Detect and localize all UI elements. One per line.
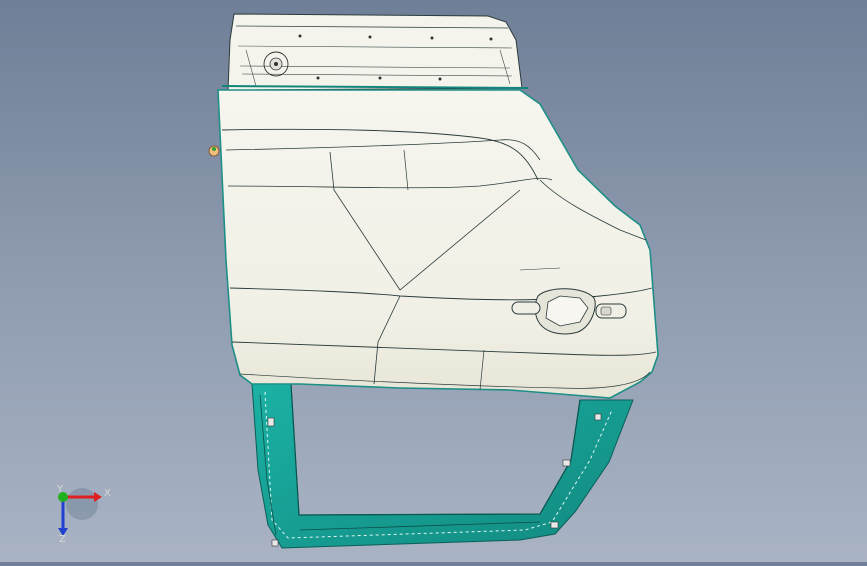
door-outer-panel (208, 89, 659, 399)
3d-viewport[interactable] (0, 0, 867, 562)
window-frame (251, 383, 634, 549)
z-axis-label: Z (59, 534, 66, 544)
door-upper-section (221, 13, 529, 91)
door-model[interactable] (0, 0, 867, 562)
x-axis-label: X (104, 488, 111, 499)
coordinate-triad: X Y Z (44, 484, 114, 545)
y-axis-label: Y (56, 484, 64, 495)
triad-base-icon (66, 488, 98, 520)
